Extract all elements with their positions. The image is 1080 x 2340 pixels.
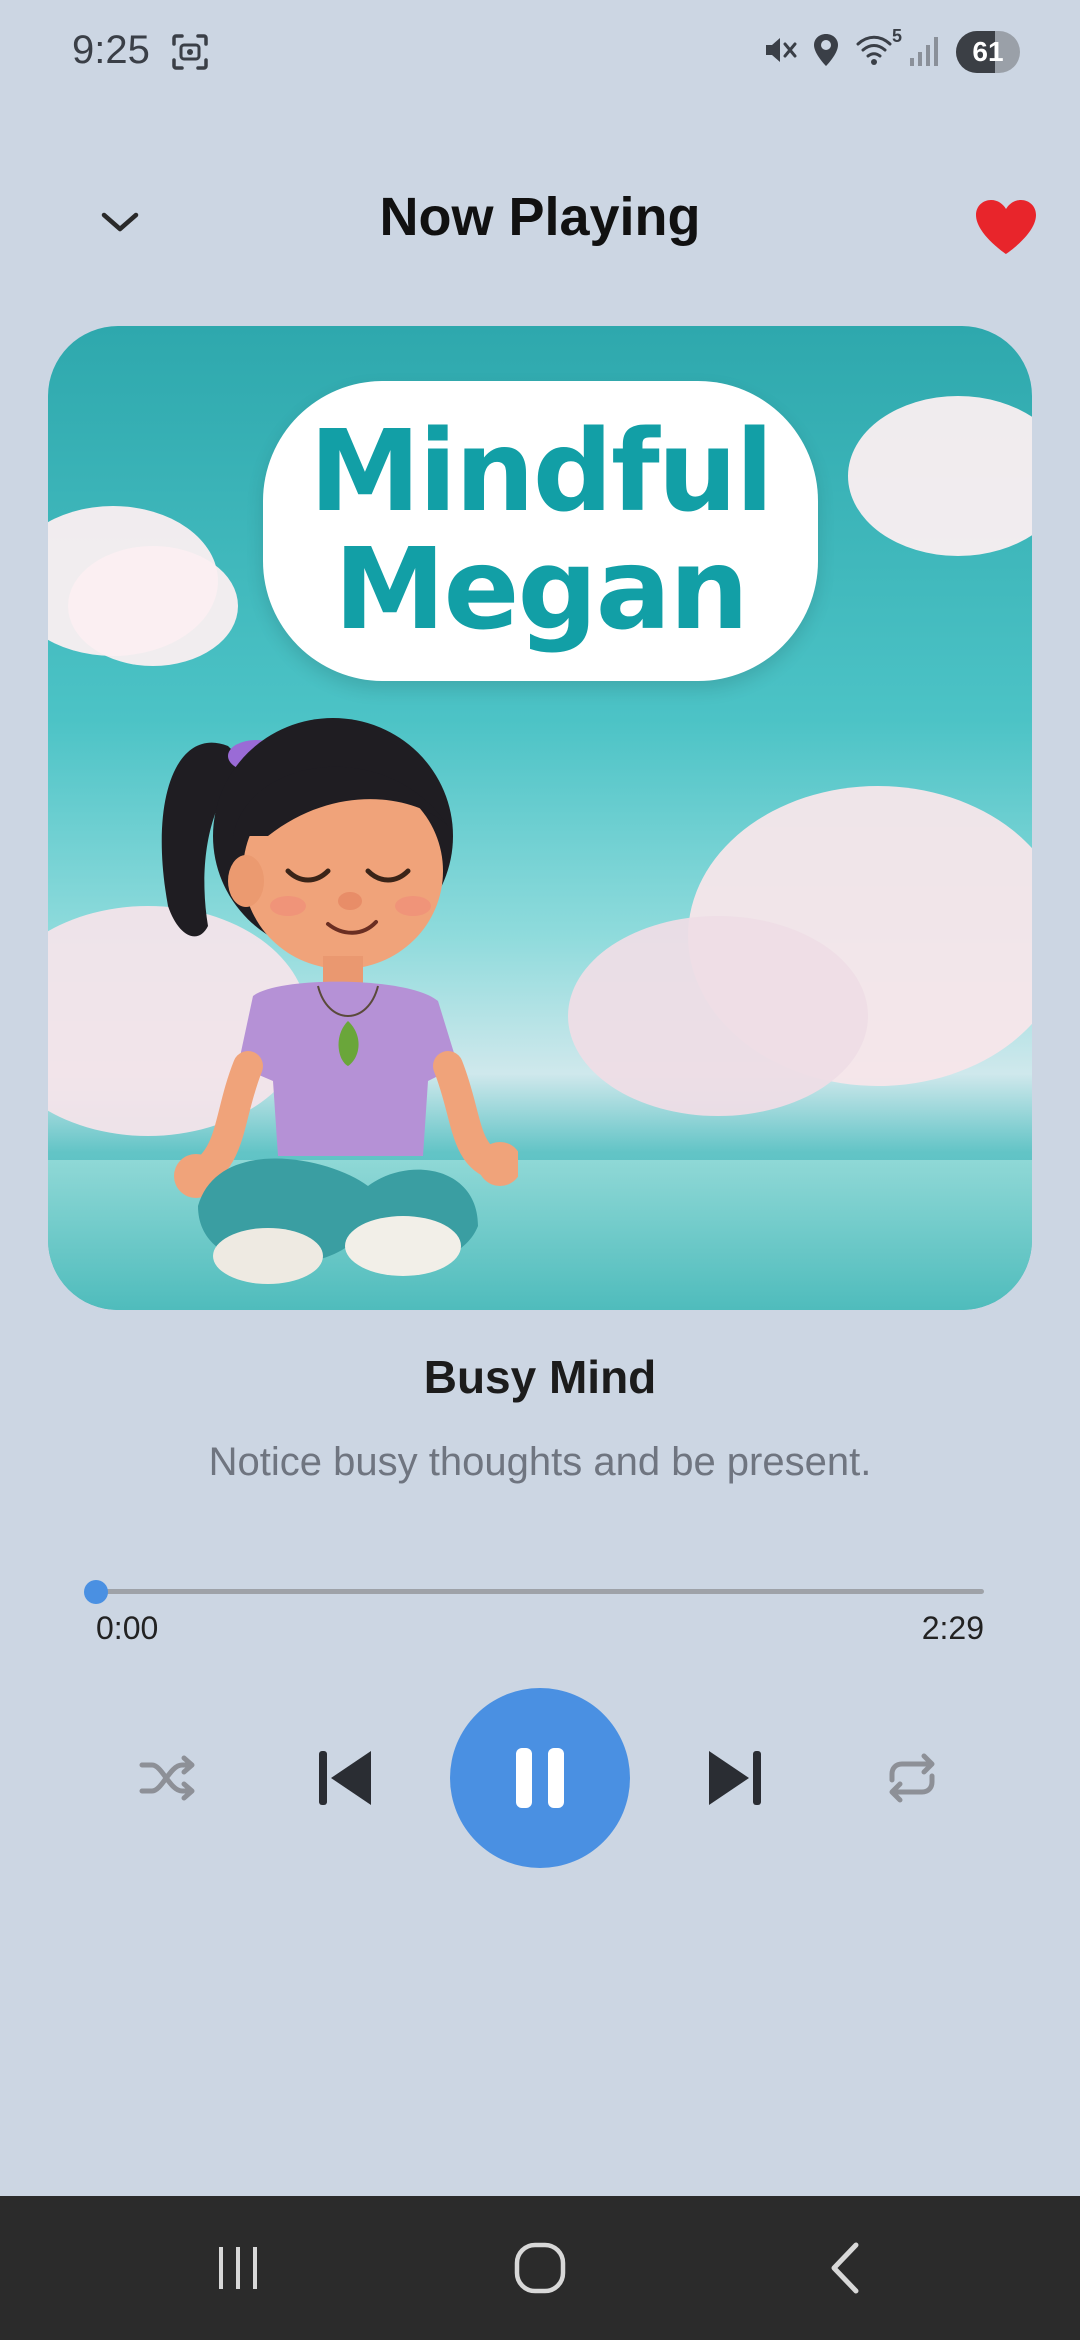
current-time: 0:00 [96, 1610, 159, 1646]
logo-line-2: Megan [334, 525, 749, 655]
skip-previous-button[interactable] [305, 1733, 385, 1823]
heart-icon [976, 200, 1036, 254]
repeat-icon [889, 1753, 935, 1803]
home-button[interactable] [490, 2232, 590, 2304]
shuffle-button[interactable] [128, 1738, 208, 1818]
pause-button[interactable] [450, 1688, 630, 1868]
skip-previous-icon [319, 1751, 371, 1805]
repeat-button[interactable] [872, 1738, 952, 1818]
battery-level: 61 [972, 36, 1004, 67]
system-navigation-bar [0, 2196, 1080, 2340]
logo-line-1: Mindful [309, 407, 774, 537]
signal-icon [908, 32, 942, 73]
screenshot-icon [170, 32, 210, 77]
battery-icon: 61 [956, 31, 1020, 73]
album-artwork: Mindful Megan [48, 326, 1032, 1310]
status-icons: 5 61 [762, 26, 1020, 76]
track-title: Busy Mind [423, 1351, 657, 1403]
page-title: Now Playing [379, 187, 701, 247]
home-icon [514, 2242, 566, 2294]
mute-icon [762, 32, 798, 73]
track-description: Notice busy thoughts and be present. [208, 1440, 872, 1484]
shuffle-icon [139, 1755, 195, 1801]
total-time: 2:29 [921, 1610, 984, 1646]
status-time: 9:25 [72, 28, 150, 72]
progress-slider[interactable] [84, 1572, 984, 1612]
meditating-girl-illustration [161, 718, 518, 1284]
cloud [568, 916, 868, 1116]
now-playing-screen: 9:25 5 61 Now Playing Mindful Megan Busy… [0, 0, 1080, 2340]
wifi-icon: 5 [854, 26, 902, 73]
cloud [68, 546, 238, 666]
header: Now Playing [0, 170, 1080, 270]
artwork-logo: Mindful Megan [263, 381, 818, 681]
recents-button[interactable] [188, 2232, 288, 2304]
recents-icon [219, 2247, 257, 2289]
status-bar: 9:25 5 61 [0, 0, 1080, 100]
cloud [848, 396, 1032, 556]
back-icon [831, 2242, 859, 2294]
back-button[interactable] [794, 2232, 894, 2304]
network-badge: 5 [891, 25, 902, 46]
favorite-button[interactable] [966, 192, 1046, 262]
skip-next-icon [709, 1751, 761, 1805]
pause-icon [516, 1748, 564, 1808]
playback-controls [0, 1688, 1080, 1868]
progress-thumb[interactable] [84, 1580, 108, 1604]
skip-next-button[interactable] [695, 1733, 775, 1823]
progress-track [96, 1589, 984, 1594]
location-icon [812, 32, 840, 73]
